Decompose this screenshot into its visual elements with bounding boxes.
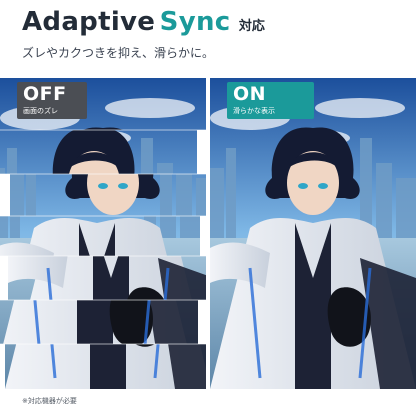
on-badge: ON 滑らかな表示 [227,82,314,119]
comparison-off-panel: OFF 画面のズレ [0,78,206,389]
off-illustration [0,78,206,389]
title-accent: Sync [159,7,231,37]
off-label: OFF [23,83,67,105]
header: Adaptive Sync 対応 ズレやカクつきを抑え、滑らかに。 [0,0,416,78]
subtitle: ズレやカクつきを抑え、滑らかに。 [22,46,215,60]
page-title: Adaptive Sync 対応 [22,7,265,37]
on-illustration [210,78,416,389]
title-main: Adaptive [22,7,156,37]
off-badge: OFF 画面のズレ [17,82,87,119]
on-caption: 滑らかな表示 [233,107,275,115]
on-label: ON [233,83,267,105]
comparison-on-panel: ON 滑らかな表示 [210,78,416,389]
title-suffix: 対応 [238,19,265,34]
off-caption: 画面のズレ [23,107,58,115]
footnote: ※対応機器が必要 [22,397,77,405]
